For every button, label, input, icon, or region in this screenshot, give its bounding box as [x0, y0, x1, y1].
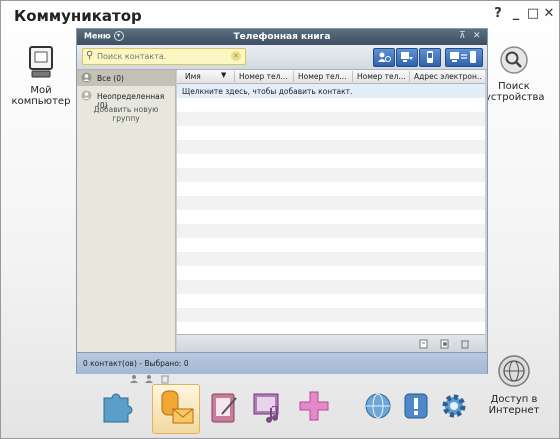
phonebook-toolbar: ⚲ ✕ [77, 45, 487, 70]
search-device-label-1: Поиск [498, 81, 530, 92]
media-icon [253, 393, 279, 423]
maximize-button[interactable]: □ [526, 6, 540, 21]
list-row [177, 294, 485, 308]
search-device-label-2: устройства [485, 92, 545, 103]
contact-list: Имя ▼ Номер тел... Номер тел... Номер те… [177, 70, 485, 363]
list-row [177, 280, 485, 294]
search-box[interactable]: ⚲ ✕ [82, 48, 246, 65]
search-icon: ⚲ [86, 50, 94, 61]
add-group-label-1: Добавить новую [93, 105, 159, 114]
group-all[interactable]: Все (0) [77, 70, 175, 86]
search-device-icon [500, 46, 528, 74]
globe-icon [365, 393, 391, 419]
delete-group-icon[interactable] [160, 374, 170, 384]
contact-actions [177, 334, 485, 353]
column-name[interactable]: Имя [185, 72, 225, 81]
internet-access-button[interactable]: Доступ в Интернет [481, 354, 547, 416]
column-email[interactable]: Адрес электрон... [414, 72, 482, 81]
sync-contacts-button[interactable] [373, 48, 395, 67]
edit-contact-icon[interactable] [440, 339, 450, 349]
list-row [177, 238, 485, 252]
list-row [177, 168, 485, 182]
my-computer-button[interactable]: Мой компьютер [11, 45, 71, 107]
minimize-button[interactable]: _ [509, 6, 523, 21]
communicator-button[interactable] [152, 384, 200, 434]
list-row [177, 252, 485, 266]
add-group-label-2: группу [112, 114, 140, 123]
column-phone-2[interactable]: Номер тел... [298, 72, 350, 81]
add-contact-row[interactable]: Щелкните здесь, чтобы добавить контакт. [177, 84, 485, 98]
sync-devices-icon [450, 51, 476, 63]
sync-devices-button[interactable] [445, 48, 483, 67]
list-row [177, 154, 485, 168]
internet-access-label-2: Интернет [488, 405, 540, 416]
list-row [177, 210, 485, 224]
my-computer-label-1: Мой [30, 85, 52, 96]
sort-desc-icon: ▼ [221, 71, 227, 79]
phonebook-title-bar: Меню ▾ Телефонная книга ⊼ ✕ [77, 29, 487, 45]
contacts-messages-icon [161, 390, 194, 424]
plus-icon [299, 391, 329, 421]
settings-button[interactable] [434, 384, 474, 432]
add-contact-hint: Щелкните здесь, чтобы добавить контакт. [182, 87, 353, 96]
add-group-link[interactable]: Добавить новую группу [77, 105, 175, 123]
list-row [177, 126, 485, 140]
panel-close-icon[interactable]: ✕ [473, 31, 481, 41]
group-icon [81, 72, 92, 83]
list-row [177, 196, 485, 210]
new-contact-icon[interactable] [419, 339, 429, 349]
group-undefined[interactable]: Неопределенная (0) [77, 88, 175, 110]
sync-contacts-icon [378, 52, 391, 62]
alerts-button[interactable] [396, 384, 436, 432]
help-button[interactable]: ? [491, 6, 505, 21]
delete-contact-icon[interactable] [460, 339, 470, 349]
column-phone-1[interactable]: Номер тел... [239, 72, 291, 81]
groups-panel: Все (0) Неопределенная (0) Добавить нову… [77, 70, 176, 384]
gear-icon [442, 394, 466, 418]
group-all-label: Все (0) [97, 74, 124, 83]
web-button[interactable] [358, 384, 398, 432]
list-row [177, 112, 485, 126]
list-row [177, 182, 485, 196]
close-button[interactable]: ✕ [542, 6, 556, 21]
group-icon [81, 90, 92, 101]
search-device-button[interactable]: Поиск устройства [485, 45, 545, 103]
notes-icon [211, 393, 237, 423]
status-text: 0 контакт(ов) - Выбрано: 0 [83, 359, 189, 368]
media-button[interactable] [248, 384, 288, 432]
list-row [177, 98, 485, 112]
export-icon [401, 52, 413, 62]
my-computer-label-2: компьютер [11, 96, 71, 107]
add-group-icon[interactable] [129, 374, 139, 384]
list-row [177, 140, 485, 154]
column-phone-3[interactable]: Номер тел... [357, 72, 409, 81]
globe-icon [498, 355, 530, 387]
phonebook-panel: Меню ▾ Телефонная книга ⊼ ✕ ⚲ ✕ [76, 28, 488, 384]
edit-group-icon[interactable] [144, 374, 154, 384]
internet-access-label-1: Доступ в [490, 394, 538, 405]
pin-icon[interactable]: ⊼ [459, 31, 466, 41]
app-title: Коммуникатор [14, 7, 142, 25]
list-row [177, 308, 485, 322]
export-contacts-button[interactable] [396, 48, 418, 67]
computer-icon [29, 46, 53, 78]
status-bar: 0 контакт(ов) - Выбрано: 0 [77, 352, 487, 374]
list-row [177, 266, 485, 280]
apps-button[interactable] [96, 384, 136, 432]
clear-search-icon[interactable]: ✕ [231, 51, 241, 61]
add-button[interactable] [294, 384, 334, 432]
alert-icon [404, 393, 428, 419]
phone-contacts-button[interactable] [419, 48, 441, 67]
search-input[interactable] [97, 50, 227, 62]
list-row [177, 224, 485, 238]
puzzle-icon [103, 393, 133, 423]
contact-list-header: Имя ▼ Номер тел... Номер тел... Номер те… [177, 70, 485, 84]
phonebook-title: Телефонная книга [233, 32, 331, 42]
bottom-dock [96, 384, 486, 436]
phone-icon [427, 51, 433, 63]
notes-button[interactable] [204, 384, 244, 432]
